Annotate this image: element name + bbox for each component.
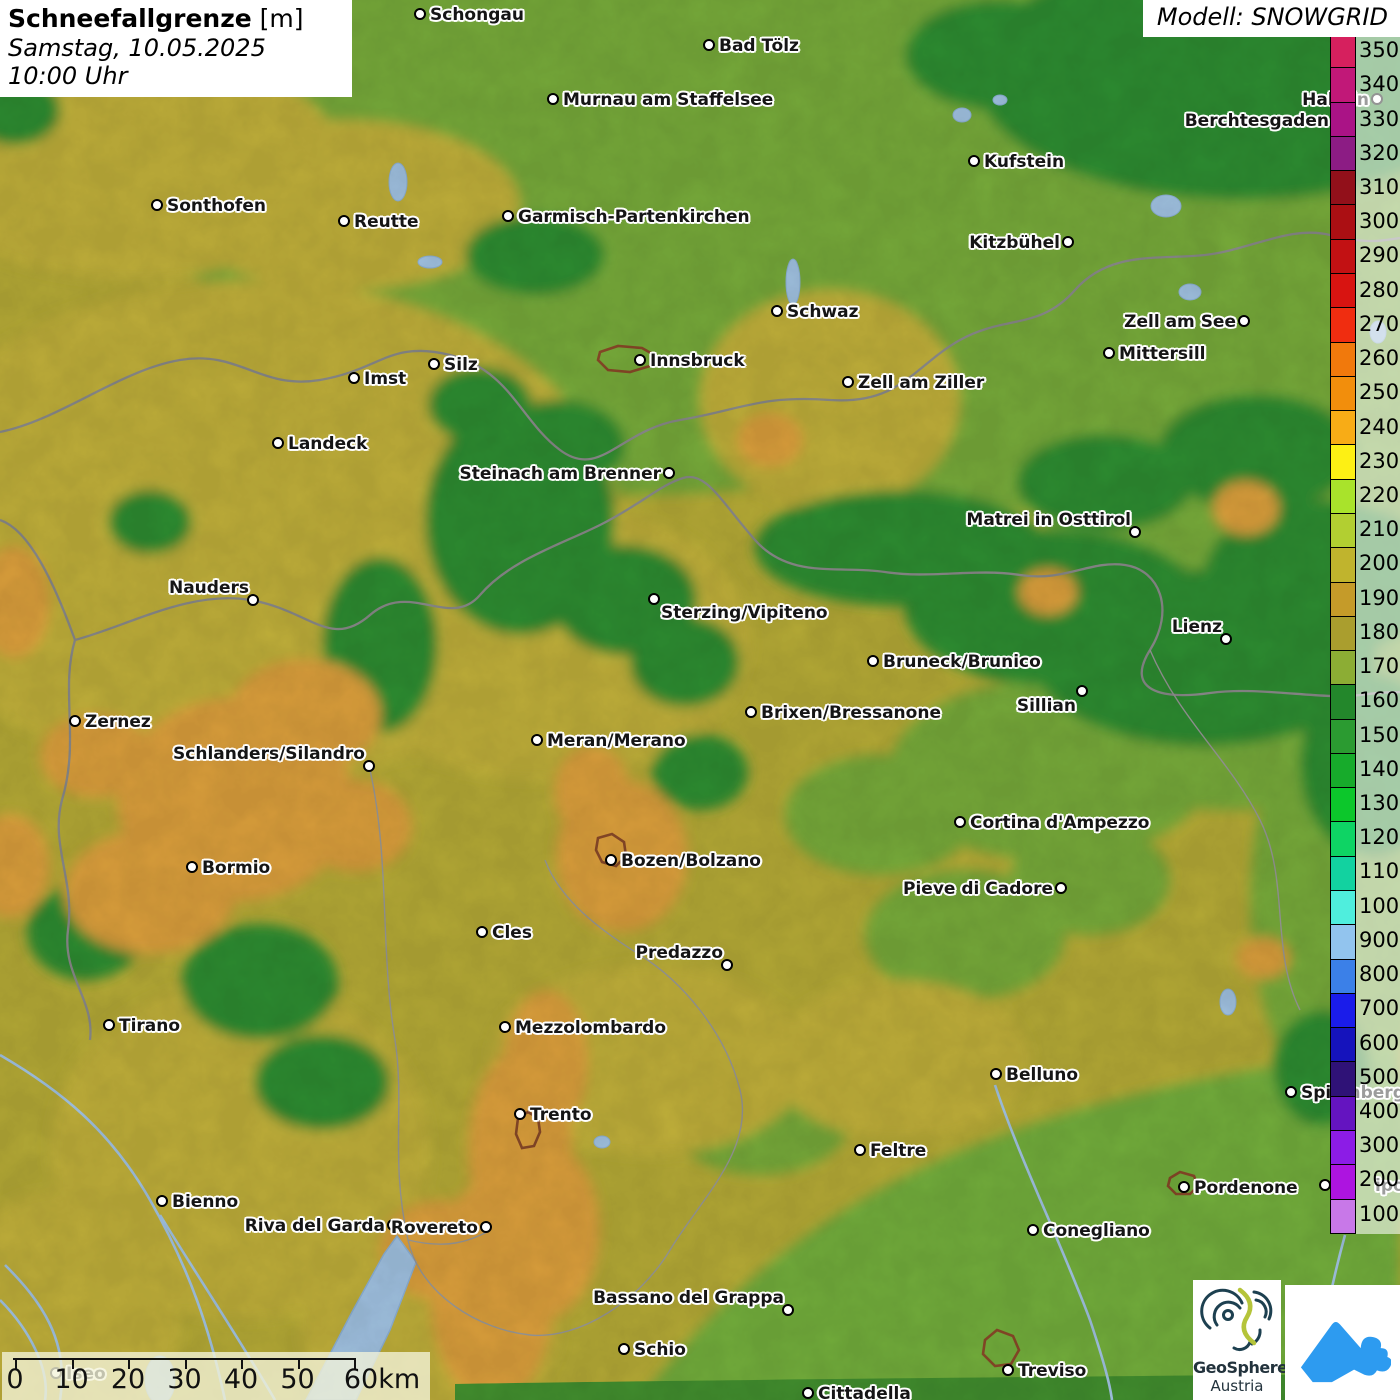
title-unit: [m] <box>252 4 304 33</box>
weather-map-screenshot: SchongauBad TölzKemptenMurnau am Staffel… <box>0 0 1400 1400</box>
hillshade-texture <box>0 0 1400 1400</box>
title-main: Schneefallgrenze <box>8 4 252 33</box>
scalebar-label: 40 <box>224 1364 258 1395</box>
model-label: Modell: SNOWGRID <box>1143 0 1400 37</box>
map-scalebar: 0 10 20 30 40 50 60km <box>2 1352 430 1400</box>
geosphere-contour-icon <box>1198 1280 1276 1352</box>
geosphere-logo: GeoSphere Austria <box>1193 1280 1281 1400</box>
geosphere-logo-text: GeoSphere <box>1193 1358 1281 1377</box>
scalebar-label: 0 <box>6 1364 23 1395</box>
scalebar-label: 30 <box>167 1364 201 1395</box>
scalebar-label: 60km <box>344 1364 420 1395</box>
scalebar-label: 10 <box>54 1364 88 1395</box>
map-title-box: Schneefallgrenze [m] Samstag, 10.05.2025… <box>0 0 352 97</box>
page-title: Schneefallgrenze [m] <box>8 4 342 33</box>
snow-partner-logo <box>1285 1285 1400 1400</box>
mountain-cloud-icon <box>1295 1297 1391 1389</box>
scalebar-line <box>13 1358 354 1360</box>
title-datetime: Samstag, 10.05.2025 10:00 Uhr <box>8 34 342 90</box>
geosphere-logo-country: Austria <box>1193 1377 1281 1395</box>
scalebar-label: 50 <box>280 1364 314 1395</box>
scalebar-label: 20 <box>111 1364 145 1395</box>
snowfall-level-map <box>0 0 1400 1400</box>
